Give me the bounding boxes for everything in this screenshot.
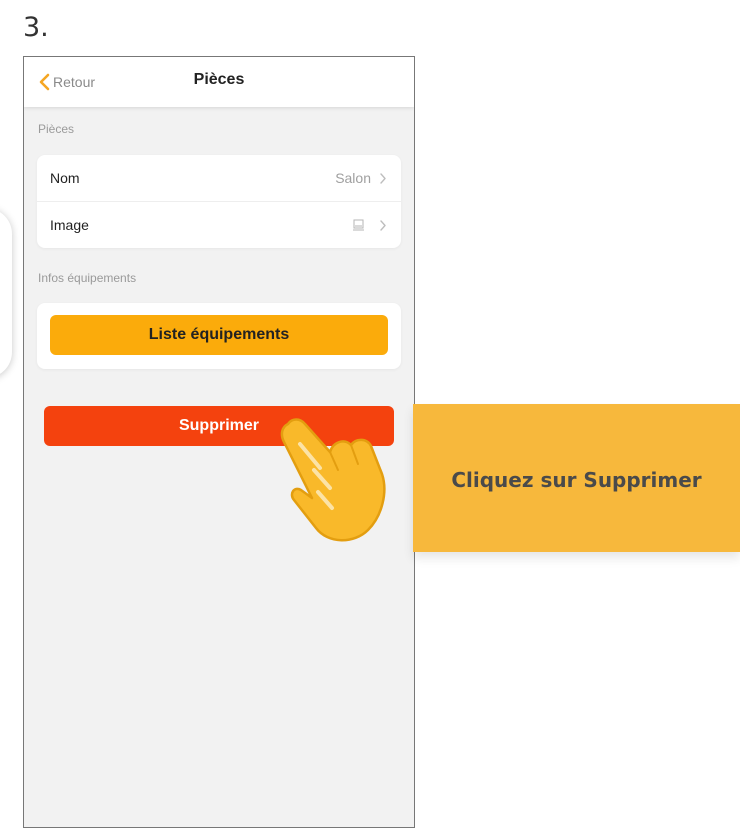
equipment-list-button[interactable]: Liste équipements <box>50 315 388 355</box>
image-row-label: Image <box>50 217 89 233</box>
section-label-rooms: Pièces <box>38 122 75 136</box>
image-row[interactable]: Image <box>37 201 401 248</box>
page-title: Pièces <box>193 71 245 88</box>
chevron-right-icon <box>379 219 387 232</box>
name-row[interactable]: Nom Salon <box>37 155 401 201</box>
section-label-equipment: Infos équipements <box>38 271 137 285</box>
name-row-value: Salon <box>335 170 371 186</box>
navigation-bar: Retour Pièces <box>24 57 414 107</box>
room-settings-card: Nom Salon Image <box>37 155 401 248</box>
pointing-hand-icon <box>280 418 386 542</box>
chevron-right-icon <box>379 172 387 185</box>
image-thumbnail-icon <box>353 219 365 231</box>
step-number: 3. <box>23 12 49 43</box>
decorative-side-panel <box>0 208 12 378</box>
instruction-text: Cliquez sur Supprimer <box>451 468 702 492</box>
equipment-card: Liste équipements <box>37 303 401 369</box>
name-row-label: Nom <box>50 170 80 186</box>
instruction-callout: Cliquez sur Supprimer <box>413 404 740 552</box>
